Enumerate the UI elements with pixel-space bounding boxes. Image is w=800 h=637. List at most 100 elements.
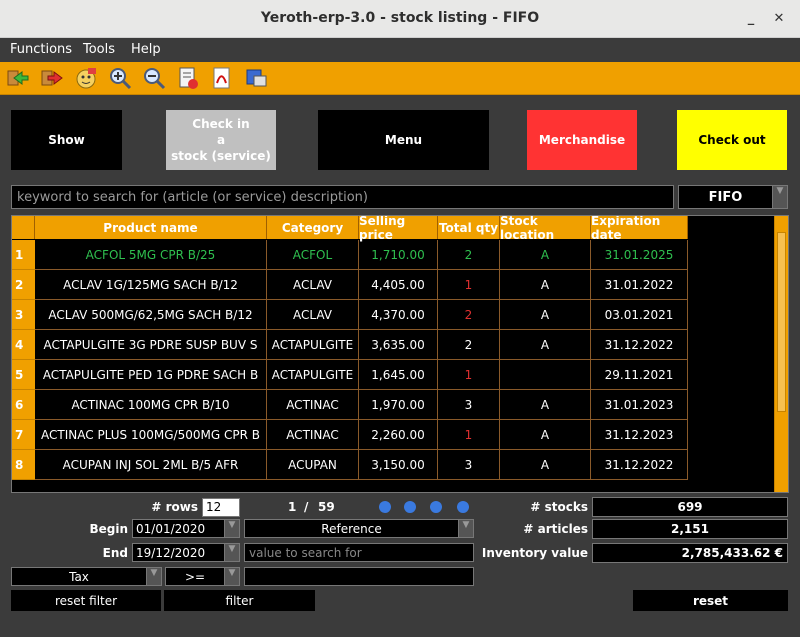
- menu-functions[interactable]: Functions: [10, 42, 72, 57]
- value-search-input[interactable]: value to search for: [244, 543, 474, 562]
- print-icon[interactable]: [244, 66, 268, 90]
- next-page-icon[interactable]: [430, 501, 442, 513]
- cell-price[interactable]: 1,645.00: [359, 360, 438, 390]
- row-number[interactable]: 1: [12, 240, 35, 270]
- menu-button[interactable]: Menu: [318, 110, 489, 170]
- row-number[interactable]: 6: [12, 390, 35, 420]
- cell-cat[interactable]: ACTINAC: [267, 390, 359, 420]
- cell-price[interactable]: 1,970.00: [359, 390, 438, 420]
- cell-qty[interactable]: 3: [438, 450, 500, 480]
- cell-qty[interactable]: 2: [438, 330, 500, 360]
- begin-date-field[interactable]: 01/01/2020 ▼: [132, 519, 240, 538]
- cell-name[interactable]: ACFOL 5MG CPR B/25: [35, 240, 267, 270]
- col-stock-location[interactable]: Stock location: [500, 216, 591, 242]
- minimize-button[interactable]: _: [742, 10, 760, 28]
- tax-select[interactable]: Tax ▼: [11, 567, 162, 586]
- cell-qty[interactable]: 2: [438, 240, 500, 270]
- scrollbar-thumb[interactable]: [777, 232, 786, 412]
- cell-name[interactable]: ACTINAC PLUS 100MG/500MG CPR B: [35, 420, 267, 450]
- close-button[interactable]: ✕: [770, 10, 788, 28]
- operator-select[interactable]: >= ▼: [165, 567, 240, 586]
- end-date-field[interactable]: 19/12/2020 ▼: [132, 543, 240, 562]
- tax-value-input[interactable]: [244, 567, 474, 586]
- row-number[interactable]: 3: [12, 300, 35, 330]
- cell-exp[interactable]: 31.01.2023: [591, 390, 688, 420]
- cell-exp[interactable]: 03.01.2021: [591, 300, 688, 330]
- cell-price[interactable]: 3,150.00: [359, 450, 438, 480]
- cell-name[interactable]: ACTINAC 100MG CPR B/10: [35, 390, 267, 420]
- cell-exp[interactable]: 31.01.2025: [591, 240, 688, 270]
- cell-price[interactable]: 4,370.00: [359, 300, 438, 330]
- show-button[interactable]: Show: [11, 110, 122, 170]
- previous-page-icon[interactable]: [404, 501, 416, 513]
- col-selling-price[interactable]: Selling price: [359, 216, 438, 242]
- cell-loc[interactable]: A: [500, 450, 591, 480]
- zoom-in-icon[interactable]: [108, 66, 132, 90]
- menu-help[interactable]: Help: [131, 42, 161, 57]
- cell-name[interactable]: ACLAV 500MG/62,5MG SACH B/12: [35, 300, 267, 330]
- cell-cat[interactable]: ACLAV: [267, 270, 359, 300]
- table-row[interactable]: 8 ACUPAN INJ SOL 2ML B/5 AFR ACUPAN 3,150.0…: [12, 450, 688, 480]
- pdf-icon[interactable]: [210, 66, 234, 90]
- col-category[interactable]: Category: [267, 216, 359, 239]
- cell-name[interactable]: ACLAV 1G/125MG SACH B/12: [35, 270, 267, 300]
- cell-name[interactable]: ACTAPULGITE 3G PDRE SUSP BUV S: [35, 330, 267, 360]
- col-expiration-date[interactable]: Expiration date: [591, 216, 688, 242]
- export-arrow-icon[interactable]: [40, 66, 64, 90]
- filter-button[interactable]: filter: [164, 590, 315, 611]
- table-row[interactable]: 2 ACLAV 1G/125MG SACH B/12 ACLAV 4,405.00 1 A…: [12, 270, 688, 300]
- cell-name[interactable]: ACUPAN INJ SOL 2ML B/5 AFR: [35, 450, 267, 480]
- last-page-icon[interactable]: [457, 501, 469, 513]
- zoom-out-icon[interactable]: [142, 66, 166, 90]
- cell-price[interactable]: 3,635.00: [359, 330, 438, 360]
- cell-name[interactable]: ACTAPULGITE PED 1G PDRE SACH B: [35, 360, 267, 390]
- cell-exp[interactable]: 31.12.2022: [591, 330, 688, 360]
- user-face-icon[interactable]: [74, 66, 98, 90]
- first-page-icon[interactable]: [379, 501, 391, 513]
- cell-cat[interactable]: ACFOL: [267, 240, 359, 270]
- cell-loc[interactable]: A: [500, 300, 591, 330]
- row-number[interactable]: 7: [12, 420, 35, 450]
- cell-cat[interactable]: ACTINAC: [267, 420, 359, 450]
- cell-loc[interactable]: A: [500, 330, 591, 360]
- cell-qty[interactable]: 2: [438, 300, 500, 330]
- table-row[interactable]: 3 ACLAV 500MG/62,5MG SACH B/12 ACLAV 4,370.…: [12, 300, 688, 330]
- cell-exp[interactable]: 31.01.2022: [591, 270, 688, 300]
- col-total-qty[interactable]: Total qty: [438, 216, 500, 239]
- rows-per-page-input[interactable]: 12: [202, 498, 240, 517]
- row-number[interactable]: 8: [12, 450, 35, 480]
- reference-select[interactable]: Reference ▼: [244, 519, 474, 538]
- merchandise-button[interactable]: Merchandise: [527, 110, 637, 170]
- row-number[interactable]: 2: [12, 270, 35, 300]
- row-number[interactable]: 5: [12, 360, 35, 390]
- cell-qty[interactable]: 1: [438, 420, 500, 450]
- cell-loc[interactable]: A: [500, 420, 591, 450]
- cell-qty[interactable]: 3: [438, 390, 500, 420]
- menu-tools[interactable]: Tools: [83, 42, 115, 57]
- cell-exp[interactable]: 29.11.2021: [591, 360, 688, 390]
- cell-price[interactable]: 2,260.00: [359, 420, 438, 450]
- document-delete-icon[interactable]: [176, 66, 200, 90]
- table-row[interactable]: 1 ACFOL 5MG CPR B/25 ACFOL 1,710.00 2 A 31.01.…: [12, 240, 688, 270]
- cell-exp[interactable]: 31.12.2022: [591, 450, 688, 480]
- col-product-name[interactable]: Product name: [35, 216, 267, 239]
- cell-cat[interactable]: ACTAPULGITE: [267, 360, 359, 390]
- cell-qty[interactable]: 1: [438, 360, 500, 390]
- cell-price[interactable]: 1,710.00: [359, 240, 438, 270]
- check-out-button[interactable]: Check out: [677, 110, 787, 170]
- table-row[interactable]: 4 ACTAPULGITE 3G PDRE SUSP BUV S ACTAPULGI…: [12, 330, 688, 360]
- search-input[interactable]: keyword to search for (article (or servi…: [11, 185, 674, 209]
- cell-qty[interactable]: 1: [438, 270, 500, 300]
- cell-cat[interactable]: ACLAV: [267, 300, 359, 330]
- search-mode-select[interactable]: FIFO ▼: [678, 185, 788, 209]
- cell-cat[interactable]: ACTAPULGITE: [267, 330, 359, 360]
- cell-loc[interactable]: A: [500, 240, 591, 270]
- cell-cat[interactable]: ACUPAN: [267, 450, 359, 480]
- cell-price[interactable]: 4,405.00: [359, 270, 438, 300]
- reset-filter-button[interactable]: reset filter: [11, 590, 161, 611]
- table-row[interactable]: 6 ACTINAC 100MG CPR B/10 ACTINAC 1,970.00 3 A…: [12, 390, 688, 420]
- cell-loc[interactable]: A: [500, 270, 591, 300]
- table-scrollbar[interactable]: [774, 216, 788, 492]
- cell-exp[interactable]: 31.12.2023: [591, 420, 688, 450]
- reset-button[interactable]: reset: [633, 590, 788, 611]
